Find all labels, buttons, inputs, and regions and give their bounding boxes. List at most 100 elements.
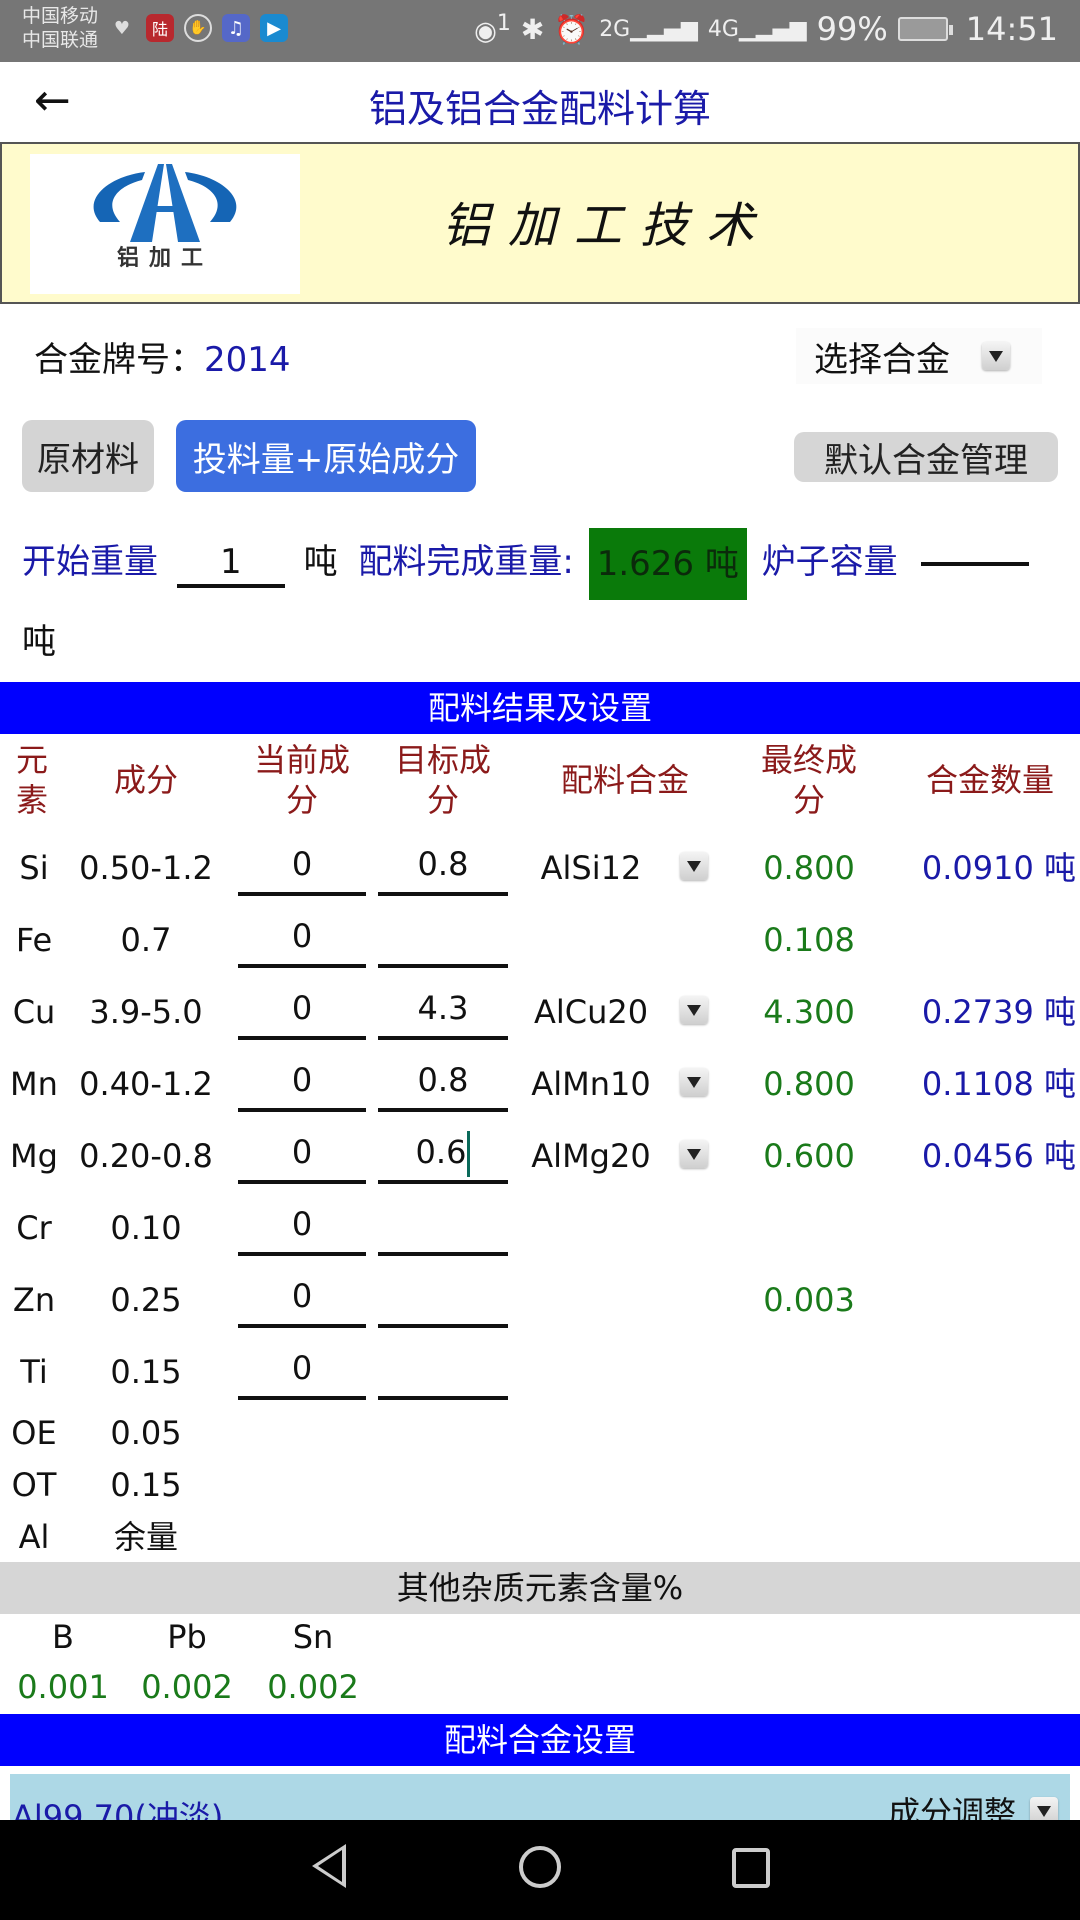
navigation-bar [0, 1820, 1080, 1920]
batching-alloy: AlSi12 [540, 849, 642, 887]
alloy-grade-value: 2014 [204, 340, 291, 380]
composition-range: 0.7 [120, 921, 172, 959]
current-composition-input[interactable]: 0 [238, 1120, 366, 1184]
composition-range: 0.10 [110, 1209, 182, 1247]
video-icon: ▶ [260, 14, 288, 42]
table-row: Si 0.50-1.2 0 0.8 AlSi12 0.800 0.0910 吨 [0, 832, 1080, 904]
music-icon: ♫ [222, 14, 250, 42]
table-row: Zn 0.25 0 0.003 [0, 1264, 1080, 1336]
final-composition: 0.800 [763, 849, 855, 887]
text-cursor [467, 1131, 471, 1177]
results-section-header: 配料结果及设置 [0, 682, 1080, 734]
final-composition: 4.300 [763, 993, 855, 1031]
feed-composition-button[interactable]: 投料量+原始成分 [176, 420, 476, 492]
header-target: 目标成 分 [394, 741, 491, 819]
current-composition-input[interactable]: 0 [238, 832, 366, 896]
done-weight-value: 1.626 吨 [588, 527, 747, 600]
header-element: 元 素 [15, 741, 48, 819]
start-weight-unit: 吨 [303, 542, 338, 582]
element-symbol: Mg [10, 1137, 58, 1175]
chevron-down-icon[interactable] [680, 1068, 708, 1096]
select-alloy-label: 选择合金 [814, 339, 950, 380]
current-composition-input[interactable]: 0 [238, 1048, 366, 1112]
furnace-capacity-input[interactable] [920, 561, 1029, 566]
impurities-header: 其他杂质元素含量% [0, 1562, 1080, 1614]
header-quantity: 合金数量 [925, 761, 1054, 799]
batching-alloy: AlMg20 [531, 1137, 651, 1175]
nav-recent-apps-icon[interactable] [732, 1848, 770, 1888]
element-symbol: Cu [12, 993, 56, 1031]
bluetooth-icon: ✱ [520, 12, 545, 46]
weight-row: 开始重量 1 吨 配料完成重量: 1.626 吨 炉子容量 吨 [22, 522, 1072, 682]
logo-text: 铝加工 [116, 246, 213, 271]
nav-home-icon[interactable] [519, 1846, 561, 1888]
furnace-capacity-label: 炉子容量 [761, 542, 898, 582]
alloy-quantity: 0.1108 吨 [921, 1065, 1076, 1103]
app-bar: ← 铝及铝合金配料计算 [0, 62, 1080, 142]
lu-app-icon: 陆 [146, 14, 174, 42]
header-final: 最终成 分 [760, 741, 857, 819]
target-composition-input[interactable]: 0.6 [378, 1120, 508, 1184]
alarm-icon: ⏰ [554, 12, 590, 46]
hand-icon: ✋ [184, 14, 212, 42]
impurity-name: Pb [167, 1618, 207, 1656]
current-composition-input[interactable]: 0 [238, 1336, 366, 1400]
current-composition-input[interactable]: 0 [238, 904, 366, 968]
final-composition: 0.108 [763, 921, 855, 959]
logo: 铝加工 [30, 154, 300, 294]
select-alloy-dropdown[interactable]: 选择合金 [796, 328, 1042, 384]
start-weight-input[interactable]: 1 [176, 540, 285, 588]
alloy-quantity: 0.0456 吨 [921, 1137, 1076, 1175]
start-weight-label: 开始重量 [22, 542, 158, 582]
target-composition-input[interactable]: 4.3 [378, 976, 508, 1040]
signal-2g-icon: 2G▁▂▄▆ [599, 16, 698, 42]
alloy-quantity: 0.2739 吨 [921, 993, 1076, 1031]
table-row: Mn 0.40-1.2 0 0.8 AlMn10 0.800 0.1108 吨 [0, 1048, 1080, 1120]
batching-alloy: AlCu20 [533, 993, 649, 1031]
carrier-1: 中国移动 [22, 5, 99, 27]
static-composition: 0.15 [110, 1466, 182, 1504]
target-composition-input[interactable]: 0.8 [378, 832, 508, 896]
header-current: 当前成 分 [253, 741, 350, 819]
element-symbol: Ti [20, 1353, 48, 1391]
chevron-down-icon[interactable] [680, 1140, 708, 1168]
target-composition-input[interactable] [378, 1264, 508, 1328]
static-element: OT [11, 1466, 57, 1504]
element-symbol: Cr [16, 1209, 52, 1247]
alloy-grade: 合金牌号：2014 [34, 332, 291, 381]
composition-range: 0.15 [110, 1353, 182, 1391]
table-row: Cu 3.9-5.0 0 4.3 AlCu20 4.300 0.2739 吨 [0, 976, 1080, 1048]
logo-emblem-icon [93, 164, 237, 242]
chevron-down-icon[interactable] [982, 342, 1010, 370]
impurity-value: 0.001 [17, 1668, 109, 1706]
raw-material-button[interactable]: 原材料 [22, 420, 154, 492]
element-symbol: Si [19, 849, 49, 887]
impurity-name: B [52, 1618, 74, 1656]
notification-icons: ♥ 陆 ✋ ♫ ▶ [108, 14, 288, 42]
composition-range: 0.40-1.2 [79, 1065, 213, 1103]
chevron-down-icon[interactable] [680, 852, 708, 880]
carrier-info: 中国移动 中国联通 [22, 4, 98, 52]
chevron-down-icon[interactable] [680, 996, 708, 1024]
signal-4g-icon: 4G▁▂▄▆ [707, 16, 807, 42]
current-composition-input[interactable]: 0 [238, 1192, 366, 1256]
clock: 14:51 [965, 10, 1058, 48]
table-row: Ti 0.15 0 [0, 1336, 1080, 1408]
target-composition-input[interactable] [378, 1336, 508, 1400]
alloy-settings-header: 配料合金设置 [0, 1714, 1080, 1766]
composition-range: 3.9-5.0 [89, 993, 203, 1031]
current-composition-input[interactable]: 0 [238, 976, 366, 1040]
page-title: 铝及铝合金配料计算 [368, 87, 711, 131]
final-composition: 0.600 [763, 1137, 855, 1175]
current-composition-input[interactable]: 0 [238, 1264, 366, 1328]
impurity-name: Sn [292, 1618, 334, 1656]
table-row: Mg 0.20-0.8 0 0.6 AlMg20 0.600 0.0456 吨 [0, 1120, 1080, 1192]
target-composition-input[interactable] [378, 1192, 508, 1256]
target-composition-input[interactable]: 0.8 [378, 1048, 508, 1112]
default-alloy-management-button[interactable]: 默认合金管理 [794, 432, 1058, 482]
element-symbol: Fe [15, 921, 53, 959]
target-composition-input[interactable] [378, 904, 508, 968]
health-icon: ♥ [113, 17, 131, 39]
table-row: Cr 0.10 0 [0, 1192, 1080, 1264]
nav-back-icon[interactable] [312, 1844, 346, 1888]
